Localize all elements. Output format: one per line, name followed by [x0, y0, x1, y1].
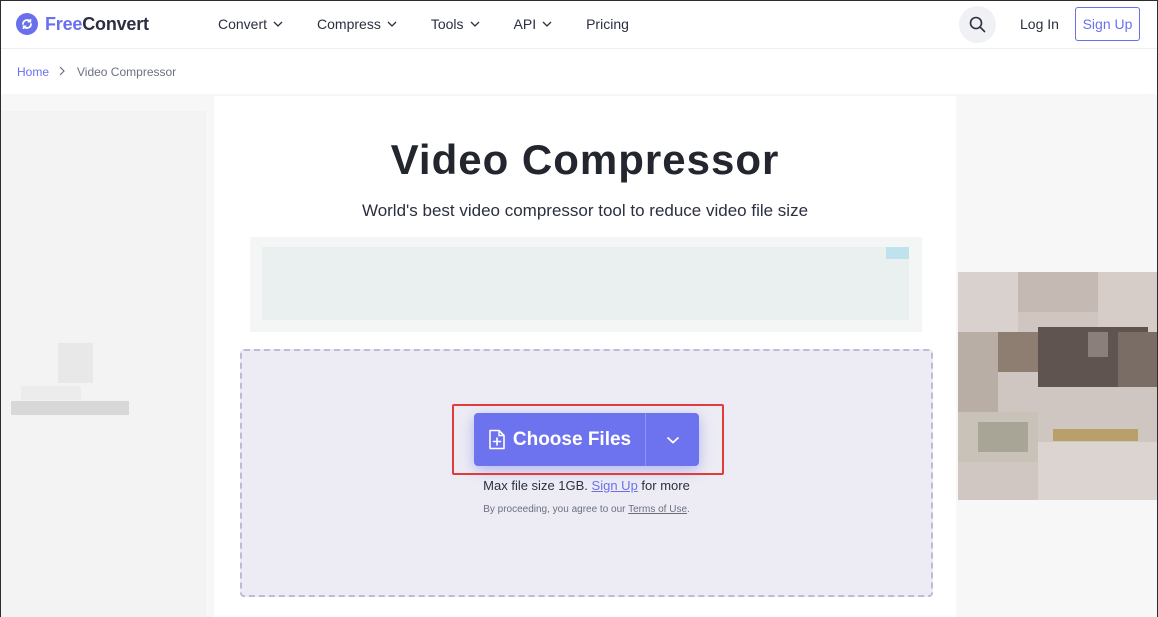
nav-item-convert[interactable]: Convert: [218, 16, 283, 32]
terms-text: By proceeding, you agree to our: [483, 504, 626, 515]
signup-button[interactable]: Sign Up: [1075, 7, 1140, 41]
nav-item-label: API: [513, 16, 537, 32]
chevron-right-icon: [59, 66, 65, 76]
nav-item-label: Pricing: [586, 16, 629, 32]
search-button[interactable]: [959, 6, 996, 43]
top-header: FreeConvert Convert Compress Tools API P…: [1, 1, 1157, 49]
chevron-down-icon: [470, 21, 479, 27]
pixelated-ad-image: [958, 272, 1157, 500]
left-ad-placeholder: [1, 111, 206, 617]
banner-ad-placeholder: [250, 237, 922, 332]
nav-item-label: Compress: [317, 16, 381, 32]
terms-note: By proceeding, you agree to our Terms of…: [240, 504, 933, 515]
nav-item-tools[interactable]: Tools: [431, 16, 480, 32]
ad-pixel-block: [58, 343, 93, 383]
max-size-suffix: for more: [641, 478, 690, 493]
right-ad-image: [958, 272, 1157, 500]
chevron-down-icon: [387, 21, 397, 27]
ad-pixel-block: [886, 247, 909, 259]
main-nav: Convert Compress Tools API Pricing: [218, 1, 663, 47]
nav-item-compress[interactable]: Compress: [317, 16, 397, 32]
page-title: Video Compressor: [390, 136, 780, 183]
nav-item-api[interactable]: API: [514, 16, 553, 32]
signup-link[interactable]: Sign Up: [592, 478, 638, 493]
ad-pixel-block: [11, 401, 129, 415]
page-subtitle: World's best video compressor tool to re…: [361, 201, 809, 220]
ad-pixel-block: [21, 386, 81, 400]
max-size-text: Max file size 1GB.: [483, 478, 588, 493]
login-link[interactable]: Log In: [1020, 16, 1059, 32]
logo-refresh-icon: [16, 13, 38, 35]
terms-of-use-link[interactable]: Terms of Use: [628, 504, 687, 515]
ad-pixel-block: [262, 247, 909, 320]
logo[interactable]: FreeConvert: [16, 13, 149, 35]
search-icon: [969, 16, 986, 33]
max-file-size-note: Max file size 1GB. Sign Up for more: [240, 478, 933, 493]
chevron-down-icon: [542, 21, 552, 27]
highlight-box: [452, 404, 724, 475]
breadcrumb-home-link[interactable]: Home: [17, 65, 49, 79]
terms-period: .: [687, 504, 690, 515]
breadcrumb-current: Video Compressor: [77, 65, 177, 79]
nav-item-label: Convert: [218, 16, 268, 32]
logo-text: FreeConvert: [45, 13, 149, 34]
nav-item-pricing[interactable]: Pricing: [586, 16, 629, 32]
chevron-down-icon: [273, 21, 283, 27]
breadcrumb: Home Video Compressor: [1, 50, 1157, 94]
nav-item-label: Tools: [430, 16, 464, 32]
